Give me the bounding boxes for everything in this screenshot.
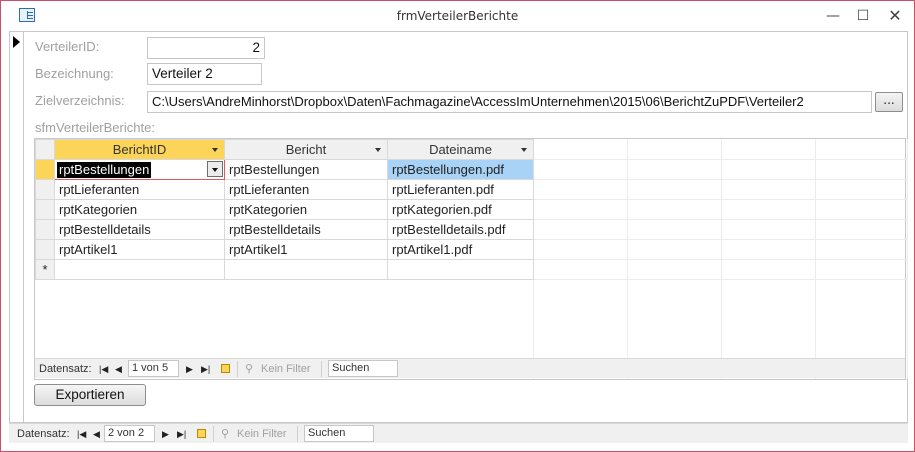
window-title: frmVerteilerBerichte bbox=[396, 9, 519, 23]
grid-empty-row-line bbox=[533, 179, 907, 180]
row-selector[interactable] bbox=[35, 159, 55, 180]
dateiname-cell[interactable]: rptBestellungen.pdf bbox=[387, 159, 534, 180]
last-record-icon[interactable]: ▶| bbox=[177, 427, 186, 441]
table-row: rptLieferanten rptLieferanten rptLiefera… bbox=[35, 179, 534, 200]
filter-icon: ⚲ bbox=[245, 363, 254, 375]
column-header-label: BerichtID bbox=[112, 142, 167, 157]
table-row: rptBestellungen rptBestellungen rptBeste… bbox=[35, 159, 534, 180]
bezeichnung-label: Bezeichnung: bbox=[35, 66, 114, 81]
zielverzeichnis-field[interactable]: C:\Users\AndreMinhorst\Dropbox\Daten\Fac… bbox=[147, 91, 872, 113]
form-navigation-bar: Datensatz: |◀ ◀ 2 von 2 ▶ ▶| ⚲ Kein Filt… bbox=[9, 423, 908, 443]
new-record-star-icon: * bbox=[42, 262, 48, 277]
bericht-cell[interactable]: rptBestelldetails bbox=[224, 219, 388, 240]
form-search-input[interactable]: Suchen bbox=[304, 425, 374, 442]
subform-search-input[interactable]: Suchen bbox=[328, 360, 398, 377]
grid-empty-row-line bbox=[533, 239, 907, 240]
subform-verteiler-berichte: BerichtID Bericht Dateiname rptBestellun… bbox=[34, 138, 908, 380]
form-nav-label: Datensatz: bbox=[17, 428, 70, 440]
berichtid-cell[interactable]: rptLieferanten bbox=[54, 179, 225, 200]
select-all-corner[interactable] bbox=[35, 139, 55, 160]
grid-empty-row-line bbox=[533, 219, 907, 220]
column-header-label: Bericht bbox=[285, 142, 327, 157]
column-header-berichtid[interactable]: BerichtID bbox=[54, 139, 225, 160]
access-form-window: frmVerteilerBerichte — ☐ ✕ VerteilerID: … bbox=[0, 0, 915, 452]
berichtid-combo-cell[interactable]: rptBestellungen bbox=[54, 159, 225, 180]
title-bar: frmVerteilerBerichte — ☐ ✕ bbox=[1, 1, 914, 31]
nav-separator bbox=[237, 361, 238, 377]
new-record-selector[interactable]: * bbox=[35, 259, 55, 280]
grid-empty-row-line bbox=[533, 279, 907, 280]
next-record-icon[interactable]: ▶ bbox=[162, 427, 169, 441]
nav-separator bbox=[213, 426, 214, 442]
subform-record-position[interactable]: 1 von 5 bbox=[128, 360, 179, 377]
dateiname-cell[interactable]: rptBestelldetails.pdf bbox=[387, 219, 534, 240]
datasheet-grid: BerichtID Bericht Dateiname rptBestellun… bbox=[35, 139, 534, 280]
column-header-bericht[interactable]: Bericht bbox=[224, 139, 388, 160]
table-row: rptKategorien rptKategorien rptKategorie… bbox=[35, 199, 534, 220]
row-selector[interactable] bbox=[35, 219, 55, 240]
row-selector[interactable] bbox=[35, 239, 55, 260]
bezeichnung-field[interactable]: Verteiler 2 bbox=[147, 63, 262, 85]
new-record-row: * bbox=[35, 259, 534, 280]
combo-selected-text: rptBestellungen bbox=[57, 161, 152, 178]
form-record-position[interactable]: 2 von 2 bbox=[104, 425, 155, 442]
form-detail-section: VerteilerID: 2 Bezeichnung: Verteiler 2 … bbox=[9, 31, 908, 423]
bericht-cell[interactable]: rptKategorien bbox=[224, 199, 388, 220]
next-record-icon[interactable]: ▶ bbox=[186, 362, 193, 376]
record-selector[interactable] bbox=[10, 32, 24, 422]
previous-record-icon[interactable]: ◀ bbox=[93, 427, 100, 441]
table-row: rptArtikel1 rptArtikel1 rptArtikel1.pdf bbox=[35, 239, 534, 260]
verteiler-id-label: VerteilerID: bbox=[35, 39, 100, 54]
nav-separator bbox=[321, 361, 322, 377]
column-header-label: Dateiname bbox=[429, 142, 492, 157]
new-bericht-cell[interactable] bbox=[224, 259, 388, 280]
column-header-dateiname[interactable]: Dateiname bbox=[387, 139, 534, 160]
grid-empty-row-line bbox=[533, 159, 907, 160]
nav-separator bbox=[297, 426, 298, 442]
minimize-button[interactable]: — bbox=[819, 5, 847, 27]
dateiname-cell[interactable]: rptArtikel1.pdf bbox=[387, 239, 534, 260]
grid-empty-row-line bbox=[533, 199, 907, 200]
dateiname-cell[interactable]: rptLieferanten.pdf bbox=[387, 179, 534, 200]
bericht-cell[interactable]: rptLieferanten bbox=[224, 179, 388, 200]
row-selector[interactable] bbox=[35, 199, 55, 220]
form-filter-status[interactable]: Kein Filter bbox=[237, 427, 287, 441]
bericht-cell[interactable]: rptArtikel1 bbox=[224, 239, 388, 260]
dateiname-cell[interactable]: rptKategorien.pdf bbox=[387, 199, 534, 220]
combo-dropdown-icon[interactable] bbox=[207, 161, 223, 177]
grid-empty-col-line bbox=[907, 139, 908, 379]
zielverzeichnis-label: Zielverzeichnis: bbox=[35, 93, 125, 108]
new-record-icon[interactable] bbox=[197, 429, 206, 438]
row-selector[interactable] bbox=[35, 179, 55, 200]
verteiler-id-field[interactable]: 2 bbox=[147, 37, 265, 59]
berichtid-cell[interactable]: rptBestelldetails bbox=[54, 219, 225, 240]
grid-empty-row-line bbox=[533, 259, 907, 260]
berichtid-cell[interactable]: rptKategorien bbox=[54, 199, 225, 220]
berichtid-cell[interactable]: rptArtikel1 bbox=[54, 239, 225, 260]
first-record-icon[interactable]: |◀ bbox=[77, 427, 86, 441]
new-record-icon[interactable] bbox=[221, 364, 230, 373]
subform-navigation-bar: Datensatz: |◀ ◀ 1 von 5 ▶ ▶| ⚲ Kein Filt… bbox=[35, 358, 905, 378]
table-row: rptBestelldetails rptBestelldetails rptB… bbox=[35, 219, 534, 240]
browse-button[interactable]: ... bbox=[875, 92, 903, 112]
column-dropdown-icon[interactable] bbox=[212, 148, 218, 152]
column-dropdown-icon[interactable] bbox=[521, 148, 527, 152]
maximize-button[interactable]: ☐ bbox=[849, 5, 877, 27]
previous-record-icon[interactable]: ◀ bbox=[115, 362, 122, 376]
first-record-icon[interactable]: |◀ bbox=[99, 362, 108, 376]
close-button[interactable]: ✕ bbox=[881, 5, 909, 27]
new-berichtid-cell[interactable] bbox=[54, 259, 225, 280]
header-row: BerichtID Bericht Dateiname bbox=[35, 139, 534, 160]
subform-filter-status[interactable]: Kein Filter bbox=[261, 362, 311, 376]
subform-label: sfmVerteilerBerichte: bbox=[35, 120, 155, 135]
new-dateiname-cell[interactable] bbox=[387, 259, 534, 280]
last-record-icon[interactable]: ▶| bbox=[201, 362, 210, 376]
filter-icon: ⚲ bbox=[221, 428, 230, 440]
current-record-arrow-icon bbox=[13, 36, 20, 48]
export-button[interactable]: Exportieren bbox=[34, 384, 146, 406]
subform-nav-label: Datensatz: bbox=[39, 363, 92, 375]
bericht-cell[interactable]: rptBestellungen bbox=[224, 159, 388, 180]
column-dropdown-icon[interactable] bbox=[375, 148, 381, 152]
